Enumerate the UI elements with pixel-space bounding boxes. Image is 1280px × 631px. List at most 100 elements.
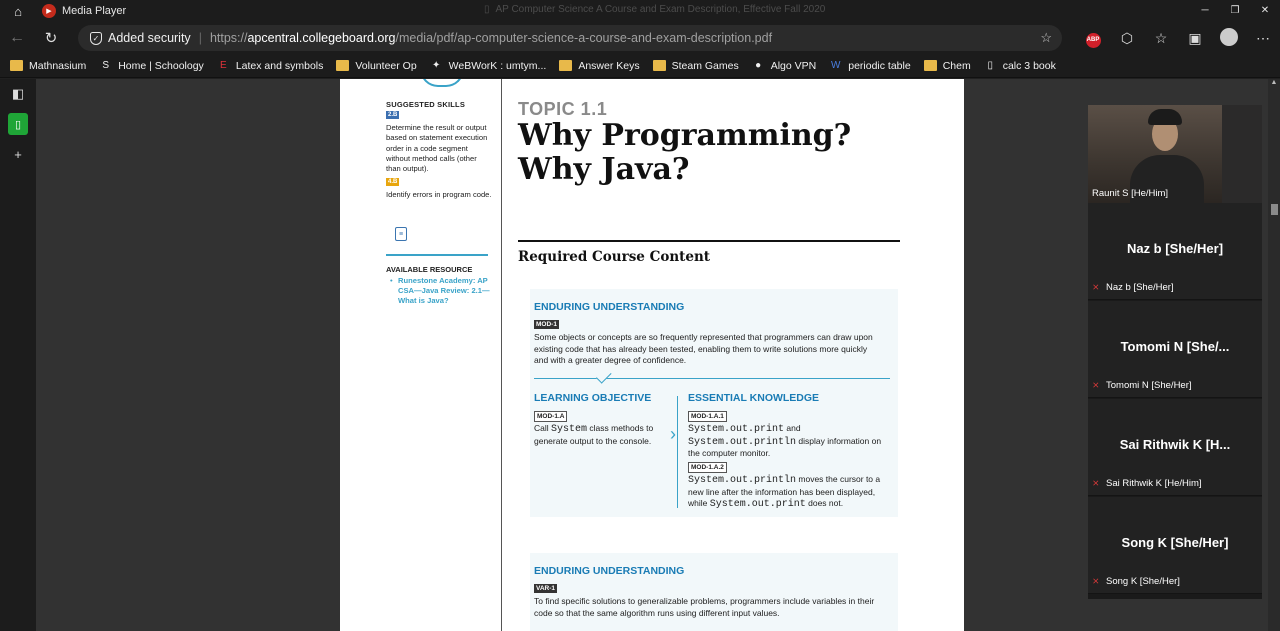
enduring-understanding-heading: ENDURING UNDERSTANDING [534,565,685,577]
bookmark-label: calc 3 book [1002,59,1056,72]
home-icon[interactable]: ⌂ [0,4,36,19]
skill-badge: 2.B [386,111,400,119]
url-input[interactable]: ✓ Added security | https://apcentral.col… [78,25,1062,51]
folder-icon [336,60,350,71]
code-span: System.out.print [688,424,785,435]
add-icon[interactable]: + [0,139,36,169]
restore-icon[interactable]: ❐ [1220,0,1250,22]
bookmark-label: Steam Games [671,59,739,72]
skill-text: Determine the result or output based on … [386,123,488,174]
chevron-right-icon: › [670,424,676,444]
essential-knowledge-text: System.out.println moves the cursor to a… [688,474,890,511]
learning-objective-heading: LEARNING OBJECTIVE [534,392,652,404]
resource-divider [386,254,488,256]
shield-icon[interactable]: ✓ [90,31,102,45]
enduring-understanding-text: To find specific solutions to generaliza… [534,596,875,618]
scroll-thumb[interactable] [1271,204,1278,215]
bookmark-label: Algo VPN [770,59,817,72]
toolbar-right: ABP ⬡ ☆ ▣ ⋯ [1076,22,1280,54]
bookmark-item[interactable]: S Home | Schoology [99,60,203,72]
participant-tile[interactable]: Raunit S [He/Him] [1088,105,1262,203]
page-icon: ▯ [987,60,993,71]
bookmark-label: Chem [942,59,971,72]
profile-button[interactable] [1212,27,1246,49]
scroll-up-icon[interactable]: ▲ [1268,79,1280,86]
participant-display-name: Song K [She/Her] [1121,535,1229,550]
participant-display-name: Naz b [She/Her] [1126,241,1224,256]
bookmark-label: Volunteer Op [355,59,417,72]
muted-mic-icon: ⨯ [1092,478,1100,488]
bookmark-label: Latex and symbols [235,59,324,72]
folder-icon [923,60,937,71]
bookmark-item[interactable]: Steam Games [652,59,739,72]
title-line: Why Programming? [518,118,852,153]
section-divider [518,240,900,242]
resource-heading: AVAILABLE RESOURCE [386,265,473,274]
pdf-viewer[interactable]: SUGGESTED SKILLS 2.B Determine the resul… [36,79,1268,631]
back-button[interactable]: ← [0,29,34,47]
topic-label: TOPIC 1.1 [518,99,608,119]
favorites-icon[interactable]: ☆ [1144,30,1178,47]
close-icon[interactable]: ✕ [1250,0,1280,22]
document-title: ▯ AP Computer Science A Course and Exam … [484,4,825,15]
collections-icon[interactable]: ▣ [1178,30,1212,47]
code-span: System [551,424,588,435]
code-span: System.out.println [688,475,797,486]
participant-name-label: Naz b [She/Her] [1106,282,1174,293]
minimize-icon[interactable]: ─ [1190,0,1220,22]
muted-mic-icon: ⨯ [1092,282,1100,292]
bookmark-item[interactable]: Chem [923,59,971,72]
bookmark-item[interactable]: Volunteer Op [336,59,417,72]
column-divider [501,79,502,631]
pdf-page: SUGGESTED SKILLS 2.B Determine the resul… [340,79,964,631]
essential-knowledge-heading: ESSENTIAL KNOWLEDGE [688,392,820,404]
media-player-icon: ▶ [42,4,56,18]
skill-badge: 4.B [386,178,400,186]
refresh-button[interactable]: ↻ [34,29,68,47]
schoology-icon: S [102,60,110,71]
periodic-icon: W [831,60,841,71]
section-heading: Required Course Content [518,249,711,265]
bookmark-item[interactable]: ● Algo VPN [752,59,817,72]
title-line: Why Java? [518,152,690,187]
participant-display-name: Sai Rithwik K [H... [1119,437,1231,452]
bookmark-label: Mathnasium [29,59,87,72]
essential-knowledge-text: System.out.print and System.out.println … [688,423,890,460]
extensions-icon[interactable]: ⬡ [1110,30,1144,47]
participant-display-name: Tomomi N [She/... [1120,339,1230,354]
latex-icon: E [219,60,227,71]
participant-tile[interactable]: Naz b [She/Her] ⨯ Naz b [She/Her] [1088,203,1262,300]
muted-mic-icon: ⨯ [1092,380,1100,390]
folder-icon [10,60,23,71]
resource-link[interactable]: Runestone Academy: AP CSA—Java Review: 2… [398,276,490,305]
bookmark-item[interactable]: E Latex and symbols [217,59,324,72]
bookmark-item[interactable]: ✦ WeBWorK : umtym... [430,59,547,72]
standard-tag: VAR-1 [534,584,558,593]
document-title-text: AP Computer Science A Course and Exam De… [495,4,826,15]
bookmark-item[interactable]: Answer Keys [559,59,640,72]
tabs-icon[interactable]: ◧ [0,79,36,109]
participant-tile[interactable]: Song K [She/Her] ⨯ Song K [She/Her] [1088,497,1262,594]
more-menu-icon[interactable]: ⋯ [1246,30,1280,47]
security-label[interactable]: Added security [108,31,191,45]
participant-tile[interactable]: Sai Rithwik K [H... ⨯ Sai Rithwik K [He/Hi… [1088,399,1262,496]
bookmark-label: Answer Keys [578,59,640,72]
title-bar: ⌂ ▶ Media Player ▯ AP Computer Science A… [0,0,1280,22]
participant-tile[interactable]: Tomomi N [She/... ⨯ Tomomi N [She/Her] [1088,301,1262,398]
folder-icon [559,60,573,71]
code-span: System.out.println [688,436,797,448]
bullet-icon: • [390,276,393,285]
adblock-extension-button[interactable]: ABP [1076,28,1110,48]
text-span: does not. [805,498,844,509]
window-controls: ─ ❐ ✕ [1190,0,1280,22]
bookmark-item[interactable]: ▯ calc 3 book [984,59,1056,72]
document-tab-icon[interactable]: ▯ [0,109,36,139]
standard-tag: MOD-1 [534,320,559,329]
bookmark-item[interactable]: Mathnasium [10,60,86,72]
scrollbar[interactable]: ▲ [1268,79,1280,631]
bookmark-label: WeBWorK : umtym... [448,59,547,72]
divider: | [198,31,202,45]
bookmark-item[interactable]: Wperiodic table [829,60,911,72]
address-bar: ← ↻ ✓ Added security | https://apcentral… [0,22,1280,54]
favorite-star-icon[interactable]: ☆ [1040,30,1052,46]
